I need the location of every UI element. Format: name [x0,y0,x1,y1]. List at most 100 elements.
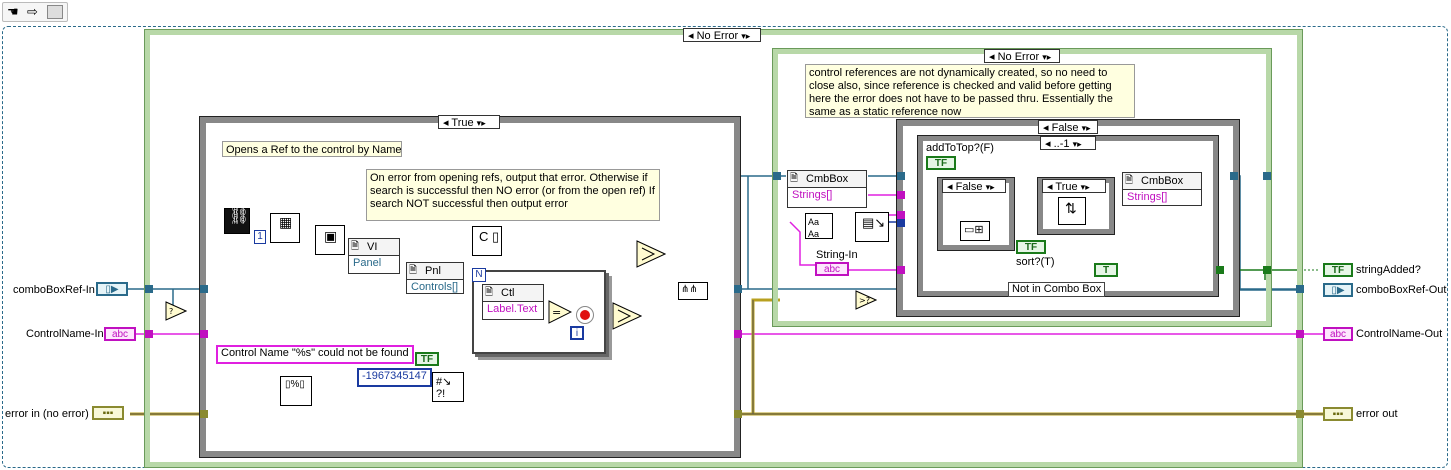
stop-condition-icon[interactable] [576,306,594,324]
ref-tunnel [145,285,153,293]
format-into-string-node[interactable]: ▯%▯ [280,376,312,406]
vi-property-node[interactable]: VI Panel [348,238,400,274]
cmbbox-property-node-left[interactable]: CmbBox Strings[] [787,170,867,208]
sort-icon: ⇅ [1065,200,1077,216]
add-to-top-case-selector[interactable]: ◂ False ▾▸ [942,179,1006,193]
string-tunnel [734,330,742,338]
int-tunnel [897,219,905,227]
open-vi-ref-node[interactable]: ▣ [315,225,345,255]
inner-right-case-selector[interactable]: ◂ No Error ▾▸ [984,49,1060,63]
ref-tunnel [734,285,742,293]
true-case-structure [199,116,741,458]
loop-iteration-terminal[interactable]: i [570,326,584,340]
combo-ref-in-terminal[interactable]: ▯▶ [96,282,128,296]
panel-property-node[interactable]: Pnl Controls[] [406,262,464,294]
svg-text:>?: >? [859,296,870,305]
true-bool-constant[interactable]: T [1094,263,1118,277]
control-name-out-terminal[interactable]: abc [1323,327,1353,341]
string-tunnel [1296,330,1304,338]
cluster-icon: ▪▪▪ [1332,409,1344,420]
format-icon: ▯%▯ [285,379,305,390]
comment-on-error: On error from opening refs, output that … [366,169,660,221]
comment-open-ref: Opens a Ref to the control by Name [222,141,402,157]
open-reference-node[interactable]: ⛓ [224,208,250,234]
error-cluster-from-code-node[interactable]: #↘?! [432,372,464,402]
combo-ref-out-terminal[interactable]: ▯▶ [1323,283,1353,297]
range-case-selector[interactable]: ◂ ..-1 ▾▸ [1040,136,1096,150]
select-node[interactable] [612,302,643,330]
bool-tunnel [1216,266,1224,274]
reference-type-constant[interactable]: 1 [254,230,266,244]
not-in-combo-case-selector[interactable]: ◂ False ▾▸ [1038,120,1098,134]
array-icon: Aa Aa [808,217,820,239]
ref-icon: ▯▶ [1331,285,1345,296]
control-name-out-label: ControlName-Out [1356,328,1443,340]
sort-label: sort?(T) [1016,256,1055,268]
build-array-icon: ▭⊞ [964,224,984,236]
vi-ref-icon: ▣ [324,228,338,244]
string-added-terminal[interactable]: TF [1323,263,1353,277]
add-to-top-terminal[interactable]: TF [926,156,956,170]
error-out-terminal[interactable]: ▪▪▪ [1323,407,1353,421]
run-arrow-icon[interactable] [47,5,63,19]
string-tunnel [145,330,153,338]
to-more-specific-node[interactable]: ▦ [270,213,300,243]
true-constant[interactable]: TF [415,352,439,366]
error-tunnel [200,410,208,418]
svg-text:?: ? [169,307,173,316]
error-tunnel [1296,410,1304,418]
error-code-constant[interactable]: -1967345147 [357,368,432,387]
chain-link-icon: ⛓ [229,208,250,225]
string-in-label: String-In [816,249,858,261]
combo-ref-out-label: comboBoxRef-Out [1356,284,1447,296]
sort-array-node[interactable]: ⇅ [1058,197,1086,225]
error-in-terminal[interactable]: ▪▪▪ [92,406,124,420]
error-in-label: error in (no error) [5,408,89,420]
ref-tunnel [897,172,905,180]
cmbbox-property-node-right[interactable]: CmbBox Strings[] [1122,172,1202,206]
equal-node[interactable]: = [548,300,573,324]
search-array-node[interactable]: Aa Aa [805,213,833,239]
hand-tool-icon[interactable]: ☚ [7,4,19,20]
string-tunnel [897,266,905,274]
format-string-constant[interactable]: Control Name "%s" could not be found [216,345,414,364]
comment-static-ref: control references are not dynamically c… [805,64,1135,118]
arrow-tool-icon[interactable]: ⇨ [27,4,38,20]
select-node-top[interactable] [636,240,667,268]
search-icon: ▤↘ [862,215,886,230]
ref-tunnel [773,172,781,180]
merge-errors-node[interactable]: ⋔⋔ [678,282,708,300]
cluster-icon: ▪▪▪ [102,408,114,419]
add-to-top-label: addToTop?(F) [926,142,994,154]
true-case-selector[interactable]: ◂ True ▾▸ [438,115,500,129]
search-1d-array-node[interactable]: ▤↘ [855,212,889,242]
cmbbox-strings-row-right: Strings[] [1127,191,1168,203]
close-ref-icon: C ▯ [479,229,500,244]
cmbbox-strings-row-left: Strings[] [792,189,833,201]
combo-ref-in-label: comboBoxRef-In [13,284,95,296]
toolbar: ☚ ⇨ [2,2,68,22]
control-name-in-terminal[interactable]: abc [104,327,136,341]
error-check-node[interactable]: ? [165,301,188,321]
string-in-terminal[interactable]: abc [815,262,849,276]
build-array-node[interactable]: ▭⊞ [960,221,990,241]
error-out-label: error out [1356,408,1398,420]
ctl-property-node[interactable]: Ctl Label.Text [482,284,544,320]
error-cluster-icon: #↘?! [436,376,452,400]
string-tunnel [200,330,208,338]
not-equal-node[interactable]: >? [855,290,878,310]
sort-terminal[interactable]: TF [1016,240,1046,254]
panel-controls-row: Controls[] [411,281,459,293]
bool-tunnel [1263,266,1271,274]
string-added-label: stringAdded? [1356,264,1421,276]
svg-text:=: = [552,306,561,319]
grid-icon: ▦ [279,214,293,230]
ctl-label-text-row: Label.Text [487,303,538,315]
close-reference-node[interactable]: C ▯ [472,226,502,256]
merge-icon: ⋔⋔ [681,284,698,295]
sort-case-selector[interactable]: ◂ True ▾▸ [1042,179,1106,193]
outer-case-selector[interactable]: ◂ No Error ▾▸ [683,28,761,42]
loop-count-terminal[interactable]: N [472,268,486,282]
ref-icon: ▯▶ [105,284,119,295]
error-tunnel [734,410,742,418]
